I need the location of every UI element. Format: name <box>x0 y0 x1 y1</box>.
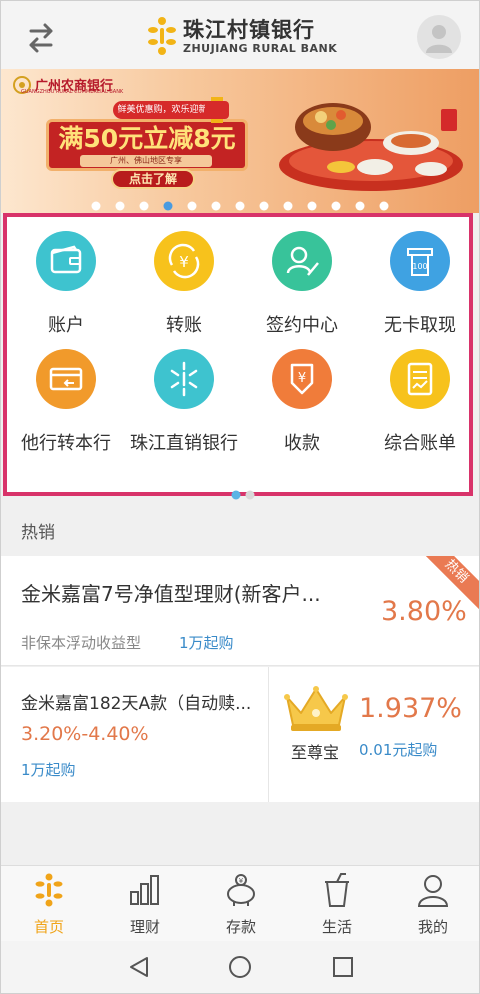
bank-name: 珠江村镇银行 <box>183 17 315 42</box>
system-nav-bar <box>1 941 479 993</box>
product-min-purchase: 0.01元起购 <box>359 741 438 759</box>
avatar-button[interactable] <box>417 15 461 59</box>
wallet-icon <box>36 231 96 291</box>
product-rate: 3.20%-4.40% <box>21 723 149 745</box>
banner-dot[interactable] <box>307 201 317 211</box>
promo-banner[interactable]: 广州农商银行 GUANGZHOU RURAL COMMERCIAL BANK 鲜… <box>1 69 479 213</box>
banner-dot[interactable] <box>283 201 293 211</box>
banner-dot-active[interactable] <box>163 201 173 211</box>
hot-section-header: 热销 <box>1 500 479 554</box>
nav-label: 存款 <box>225 918 256 936</box>
product-card-right[interactable]: 至尊宝 1.937% 0.01元起购 <box>269 667 479 802</box>
nav-label: 首页 <box>33 918 64 936</box>
swap-arrows-icon <box>29 23 53 53</box>
app-header: 珠江村镇银行 ZHUJIANG RURAL BANK <box>1 1 479 69</box>
banner-dot[interactable] <box>115 201 125 211</box>
service-other-bank-transfer[interactable]: 他行转本行 <box>7 335 125 454</box>
product-type: 非保本浮动收益型 <box>21 634 142 652</box>
banner-dot[interactable] <box>259 201 269 211</box>
banner-dot[interactable] <box>211 201 221 211</box>
banner-dot[interactable] <box>379 201 389 211</box>
bottom-navigation: 首页 理财 ¥ 存款 生活 我的 <box>1 865 479 941</box>
svg-text:¥: ¥ <box>179 253 189 271</box>
promo-headline: 满50元立减8元 <box>58 124 236 153</box>
product-rate: 1.937% <box>359 693 462 724</box>
promo-cta-button[interactable]: 点击了解 <box>111 169 195 189</box>
drink-cup-icon <box>325 873 349 907</box>
product-name: 金米嘉富7号净值型理财(新客户... <box>21 582 321 606</box>
product-name: 金米嘉富182天A款（自动赎... <box>21 694 252 714</box>
svg-text:¥: ¥ <box>239 877 244 885</box>
service-direct-bank[interactable]: 珠江直销银行 <box>125 335 243 454</box>
zhujiang-logo-icon <box>154 349 214 409</box>
nav-item-life[interactable]: 生活 <box>289 866 385 942</box>
product-min-purchase: 1万起购 <box>179 634 234 652</box>
banner-dot[interactable] <box>187 201 197 211</box>
bank-name-english: ZHUJIANG RURAL BANK <box>183 41 338 55</box>
product-card-left[interactable]: 金米嘉富182天A款（自动赎... 3.20%-4.40% 1万起购 <box>1 667 269 802</box>
page-dot-active <box>231 490 241 500</box>
person-icon <box>426 25 452 53</box>
banner-dot[interactable] <box>331 201 341 211</box>
banner-dot[interactable] <box>235 201 245 211</box>
service-label: 签约中心 <box>266 315 338 336</box>
service-sign-center[interactable]: 签约中心 <box>243 217 361 336</box>
nav-item-deposit[interactable]: ¥ 存款 <box>193 866 289 942</box>
product-min-purchase: 1万起购 <box>21 761 76 779</box>
recents-square-icon[interactable] <box>331 955 355 979</box>
product-name: 至尊宝 <box>291 743 340 762</box>
zhujiang-logo-icon <box>148 17 176 55</box>
service-transfer[interactable]: ¥ 转账 <box>125 217 243 336</box>
service-label: 综合账单 <box>384 433 456 454</box>
product-card-featured[interactable]: 金米嘉富7号净值型理财(新客户... 3.80% 非保本浮动收益型 1万起购 热… <box>1 556 479 666</box>
nav-label: 理财 <box>129 918 160 936</box>
lantern-icon <box>205 97 229 123</box>
piggy-bank-icon: ¥ <box>227 874 255 906</box>
service-account[interactable]: 账户 <box>7 217 125 336</box>
cardless-cash-icon: 100 <box>390 231 450 291</box>
banner-dot[interactable] <box>139 201 149 211</box>
service-receive[interactable]: ¥ 收款 <box>243 335 361 454</box>
back-triangle-icon[interactable] <box>127 955 151 979</box>
nav-label: 我的 <box>417 918 448 936</box>
service-label: 珠江直销银行 <box>130 433 238 454</box>
promo-region: 广州、佛山地区专享 <box>80 155 212 167</box>
bank-logo: 珠江村镇银行 ZHUJIANG RURAL BANK <box>147 13 337 59</box>
receive-money-icon: ¥ <box>272 349 332 409</box>
service-label: 他行转本行 <box>21 433 111 454</box>
service-label: 转账 <box>166 315 202 336</box>
banner-dot[interactable] <box>91 201 101 211</box>
nav-item-wealth[interactable]: 理财 <box>97 866 193 942</box>
service-cardless-cash[interactable]: 100 无卡取现 <box>361 217 479 336</box>
home-circle-icon[interactable] <box>228 955 252 979</box>
bill-icon <box>390 349 450 409</box>
home-logo-icon <box>35 873 63 907</box>
food-platter-illustration <box>279 103 463 191</box>
card-transfer-icon <box>36 349 96 409</box>
sign-contract-icon <box>272 231 332 291</box>
quick-services-panel: 账户 ¥ 转账 签约中心 100 无卡取现 他行转本行 珠江直销银行 ¥ 收款 … <box>3 213 473 500</box>
page-dot <box>245 490 255 500</box>
crown-icon <box>284 686 348 731</box>
hot-section-title: 热销 <box>21 523 55 543</box>
banner-dot[interactable] <box>355 201 365 211</box>
svg-text:¥: ¥ <box>298 371 306 386</box>
person-icon <box>417 875 449 907</box>
product-rate: 3.80% <box>381 596 467 627</box>
banner-pagination <box>1 197 479 211</box>
nav-label: 生活 <box>321 918 352 936</box>
switch-account-button[interactable] <box>21 17 61 57</box>
yen-transfer-icon: ¥ <box>154 231 214 291</box>
service-label: 收款 <box>284 433 320 454</box>
service-label: 账户 <box>48 315 84 336</box>
nav-item-mine[interactable]: 我的 <box>385 866 480 942</box>
svg-text:100: 100 <box>412 262 427 271</box>
bar-chart-icon <box>130 875 159 905</box>
banner-brand-sub: GUANGZHOU RURAL COMMERCIAL BANK <box>21 89 124 95</box>
service-label: 无卡取现 <box>384 315 456 336</box>
service-bill[interactable]: 综合账单 <box>361 335 479 454</box>
nav-item-home[interactable]: 首页 <box>1 866 97 942</box>
